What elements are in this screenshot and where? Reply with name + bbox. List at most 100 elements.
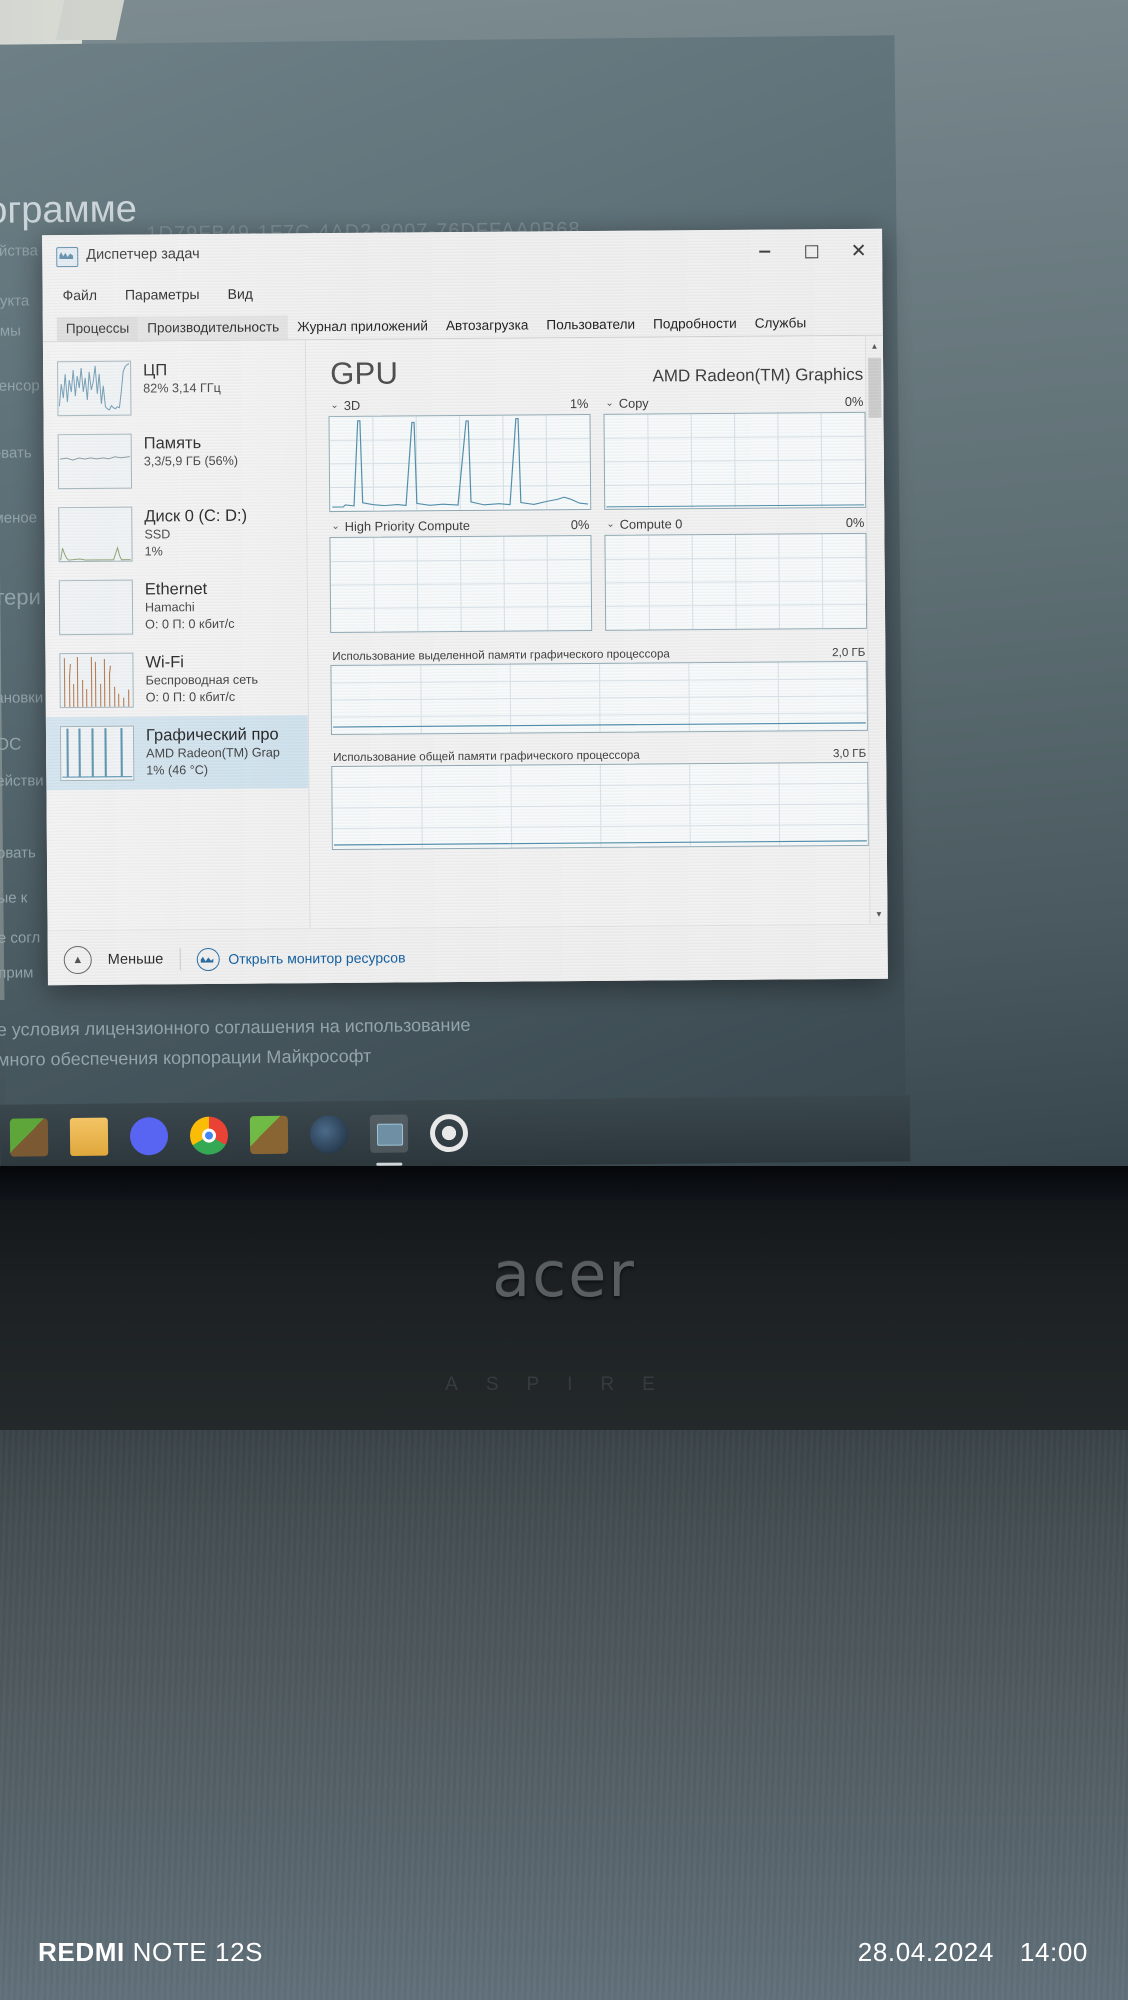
- engine-label-hpc: High Priority Compute: [344, 517, 470, 534]
- list-item-name: ЦП: [143, 361, 168, 380]
- discord-icon[interactable]: [129, 1117, 169, 1156]
- detail-header: GPU AMD Radeon(TM) Graphics: [328, 342, 865, 396]
- steam-icon[interactable]: [309, 1115, 349, 1154]
- menu-item-file[interactable]: Файл: [58, 285, 101, 305]
- bg-label-0: ойства: [0, 242, 38, 260]
- engine-value-copy: 0%: [844, 393, 864, 410]
- menu-item-options[interactable]: Параметры: [121, 284, 204, 305]
- gpu-sparkline: [59, 725, 135, 782]
- graph-3d: [328, 414, 592, 513]
- bg-label-9: ействи: [0, 772, 44, 790]
- graph-high-priority-compute: [329, 535, 593, 634]
- bg-label-2: емы: [0, 322, 22, 340]
- taskbar[interactable]: [0, 1095, 911, 1171]
- scroll-down-arrow[interactable]: ▼: [870, 904, 887, 924]
- list-item-name: Диск 0 (C: D:): [144, 506, 248, 526]
- device-label: REDMI NOTE 12S: [38, 1937, 263, 1968]
- list-item-sub2: О: 0 П: 0 кбит/с: [145, 617, 235, 632]
- engine-value-hpc: 0%: [570, 517, 590, 533]
- minecraft-launcher-icon[interactable]: [249, 1115, 289, 1155]
- list-item-sub: 3,3/5,9 ГБ (56%): [143, 454, 239, 469]
- bg-label-10: овать: [0, 844, 36, 862]
- license-line-1: е условия лицензионного соглашения на ис…: [0, 1014, 471, 1040]
- scrollbar-thumb[interactable]: [868, 357, 882, 418]
- window-titlebar[interactable]: Диспетчер задач ✕: [42, 228, 883, 280]
- graph-dedicated-memory: [330, 660, 868, 736]
- list-item-name: Память: [143, 434, 202, 453]
- photo-backdrop: ограмме 1D79FB49-1F7C-4AD2-8007-76DFFAA0…: [0, 0, 1128, 2000]
- tab-app-history[interactable]: Журнал приложений: [288, 314, 437, 339]
- list-item-disk[interactable]: Диск 0 (C: D:) SSD 1%: [44, 496, 307, 571]
- graph-shared-memory: [331, 761, 869, 851]
- scroll-up-arrow[interactable]: ▲: [866, 336, 883, 356]
- bg-label-7: ановки: [0, 689, 44, 707]
- bg-label-6: тери: [0, 584, 41, 610]
- list-item-cpu[interactable]: ЦП 82% 3,14 ГГц: [43, 350, 306, 425]
- ethernet-sparkline: [58, 579, 134, 636]
- engine-label-copy: Copy: [618, 395, 649, 411]
- chevron-down-icon[interactable]: ⌄: [605, 398, 613, 409]
- bg-label-8: ОС: [0, 734, 22, 754]
- task-manager-icon: [56, 247, 79, 268]
- list-item-sub: AMD Radeon(TM) Grap: [146, 745, 280, 761]
- bg-label-3: тенсор: [0, 377, 40, 395]
- tab-details[interactable]: Подробности: [644, 312, 746, 337]
- shared-memory-value: 3,0 ГБ: [832, 746, 867, 761]
- engine-value-compute0: 0%: [845, 514, 865, 531]
- chevron-down-icon[interactable]: ⌄: [606, 519, 614, 530]
- tab-services[interactable]: Службы: [746, 311, 816, 336]
- list-item-sub: Беспроводная сеть: [145, 673, 259, 688]
- bg-label-13: прим: [0, 964, 34, 982]
- chevron-up-circle-icon[interactable]: ▲: [63, 945, 92, 975]
- bg-label-1: дукта: [0, 292, 30, 310]
- list-item-gpu[interactable]: Графический про AMD Radeon(TM) Grap 1% (…: [45, 715, 309, 791]
- list-item-name: Ethernet: [144, 580, 208, 599]
- window-footer: ▲ Меньше Открыть монитор ресурсов: [47, 923, 888, 986]
- bg-label-4: овать: [0, 444, 32, 462]
- settings-gear-icon[interactable]: [429, 1113, 469, 1153]
- aspire-label: ASPIRE: [445, 1374, 683, 1395]
- camera-watermark: REDMI NOTE 12S 28.04.2024 14:00: [0, 1888, 1128, 2000]
- list-item-sub2: 1% (46 °C): [146, 763, 209, 778]
- list-item-sub: Hamachi: [144, 600, 195, 615]
- tab-startup[interactable]: Автозагрузка: [437, 313, 538, 338]
- open-resource-monitor-button[interactable]: Открыть монитор ресурсов: [196, 946, 406, 971]
- shared-memory-label: Использование общей памяти графического …: [333, 748, 640, 765]
- tab-performance[interactable]: Производительность: [138, 315, 289, 341]
- dedicated-memory-value: 2,0 ГБ: [832, 645, 866, 660]
- engine-graph-row-2: [329, 532, 868, 634]
- chrome-icon[interactable]: [189, 1116, 229, 1155]
- task-manager-window[interactable]: Диспетчер задач ✕ Файл Параметры Вид Про…: [42, 228, 888, 986]
- task-manager-icon[interactable]: [369, 1114, 409, 1166]
- list-item-name: Wi-Fi: [145, 653, 184, 672]
- tab-processes[interactable]: Процессы: [56, 316, 139, 342]
- file-explorer-icon[interactable]: [69, 1117, 109, 1157]
- minecraft-icon[interactable]: [9, 1118, 49, 1157]
- close-button[interactable]: ✕: [835, 229, 882, 273]
- chevron-down-icon[interactable]: ⌄: [330, 400, 338, 411]
- list-item-wifi[interactable]: Wi-Fi Беспроводная сеть О: 0 П: 0 кбит/с: [45, 642, 308, 717]
- window-title: Диспетчер задач: [86, 246, 200, 263]
- dedicated-memory-label: Использование выделенной памяти графичес…: [332, 647, 670, 664]
- graph-copy: [603, 411, 867, 510]
- tab-users[interactable]: Пользователи: [537, 313, 644, 338]
- resource-monitor-label[interactable]: Открыть монитор ресурсов: [228, 949, 405, 966]
- menu-item-view[interactable]: Вид: [224, 284, 257, 304]
- performance-list[interactable]: ЦП 82% 3,14 ГГц Память 3,3/5,9 ГБ (56%): [42, 340, 311, 931]
- chevron-down-icon[interactable]: ⌄: [331, 521, 339, 532]
- bg-label-11: ые к: [0, 889, 28, 907]
- device-model: NOTE 12S: [132, 1937, 264, 1967]
- disk-sparkline: [58, 506, 133, 563]
- engine-label-3d: 3D: [343, 397, 361, 413]
- acer-logo: acer: [492, 1238, 636, 1311]
- list-item-ethernet[interactable]: Ethernet Hamachi О: 0 П: 0 кбит/с: [45, 569, 308, 644]
- laptop-body: acer ASPIRE: [0, 1166, 1128, 2000]
- window-controls[interactable]: ✕: [741, 229, 882, 274]
- laptop-hinge: [0, 1166, 1128, 1200]
- resource-monitor-icon: [196, 947, 220, 971]
- list-item-memory[interactable]: Память 3,3/5,9 ГБ (56%): [44, 423, 307, 498]
- minimize-button[interactable]: [741, 229, 788, 273]
- device-brand: REDMI: [38, 1937, 125, 1967]
- fewer-details-button[interactable]: Меньше: [108, 951, 164, 967]
- maximize-button[interactable]: [788, 229, 835, 273]
